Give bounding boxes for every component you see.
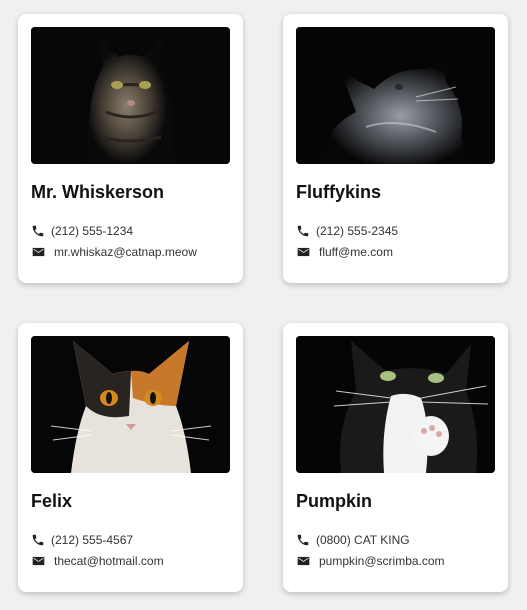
cat-photo-fluffykins — [296, 27, 495, 164]
contact-card: Mr. Whiskerson (212) 555-1234 mr.whiskaz… — [18, 14, 243, 283]
cat-photo-pumpkin — [296, 336, 495, 473]
cat-name: Mr. Whiskerson — [31, 182, 165, 202]
phone-number: (212) 555-2345 — [316, 224, 399, 238]
phone-row: (212) 555-2345 — [296, 223, 398, 239]
cat-name: Fluffykins — [296, 182, 382, 202]
phone-number: (0800) CAT KING — [316, 533, 410, 547]
email-address: fluff@me.com — [319, 245, 393, 259]
cat-name: Pumpkin — [296, 491, 373, 511]
phone-row: (0800) CAT KING — [296, 532, 410, 548]
phone-icon — [296, 533, 310, 547]
envelope-icon — [31, 554, 46, 568]
envelope-icon — [31, 245, 46, 259]
cat-photo-felix — [31, 336, 230, 473]
phone-number: (212) 555-1234 — [51, 224, 134, 238]
envelope-icon — [296, 245, 311, 259]
phone-row: (212) 555-4567 — [31, 532, 133, 548]
phone-row: (212) 555-1234 — [31, 223, 133, 239]
phone-number: (212) 555-4567 — [51, 533, 134, 547]
cat-name: Felix — [31, 491, 73, 511]
email-row: pumpkin@scrimba.com — [296, 553, 445, 569]
phone-icon — [31, 533, 45, 547]
contact-card: Pumpkin (0800) CAT KING pumpkin@scrimba.… — [283, 323, 508, 592]
phone-icon — [31, 224, 45, 238]
email-address: thecat@hotmail.com — [54, 554, 164, 568]
email-address: mr.whiskaz@catnap.meow — [54, 245, 197, 259]
phone-icon — [296, 224, 310, 238]
email-row: thecat@hotmail.com — [31, 553, 164, 569]
contact-card: Felix (212) 555-4567 thecat@hotmail.com — [18, 323, 243, 592]
contact-card: Fluffykins (212) 555-2345 fluff@me.com — [283, 14, 508, 283]
cat-photo-mr-whiskerson — [31, 27, 230, 164]
email-row: fluff@me.com — [296, 244, 393, 260]
email-address: pumpkin@scrimba.com — [319, 554, 445, 568]
envelope-icon — [296, 554, 311, 568]
email-row: mr.whiskaz@catnap.meow — [31, 244, 197, 260]
